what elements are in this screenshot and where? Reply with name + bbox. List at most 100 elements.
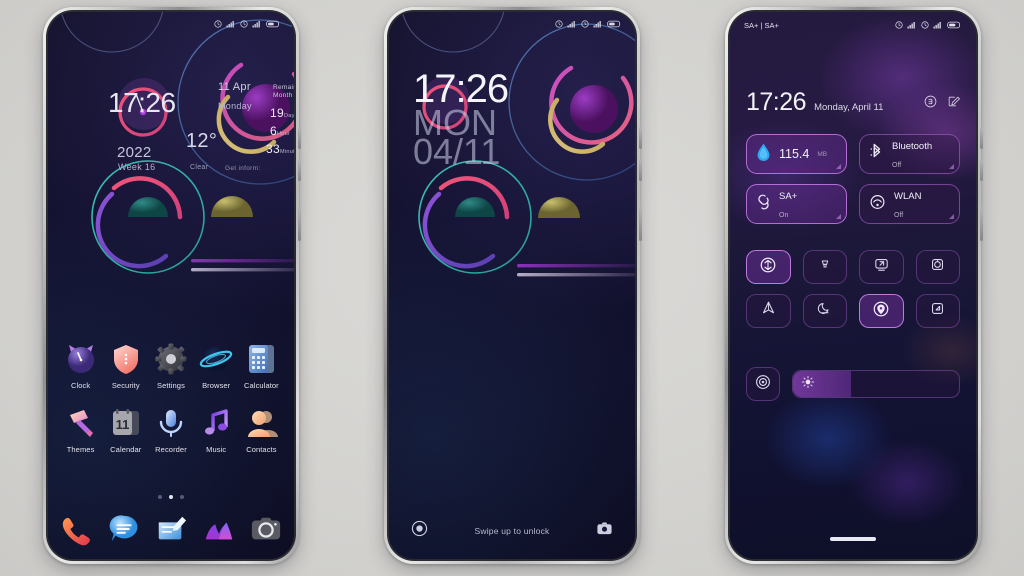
expand-corner-icon[interactable]	[949, 214, 954, 219]
edit-icon[interactable]	[947, 95, 960, 113]
app-label: Calendar	[110, 445, 142, 454]
page-dot-active[interactable]	[169, 495, 173, 499]
tile-dark-mode[interactable]	[802, 294, 847, 328]
status-bar-icons	[895, 21, 962, 29]
cc-time: 17:26	[746, 88, 807, 116]
dock-icon-messages[interactable]	[108, 513, 140, 545]
power-button[interactable]	[639, 207, 642, 241]
screen-record-icon	[929, 300, 946, 322]
countdown-days-value: 19	[270, 106, 284, 120]
page-indicator	[48, 495, 294, 499]
tile-bluetooth-state: Off	[892, 162, 902, 169]
expand-corner-icon[interactable]	[949, 164, 954, 169]
signal-icon	[593, 21, 601, 28]
tile-flashlight[interactable]	[802, 250, 847, 284]
widget-time: 17:26	[108, 87, 176, 118]
brightness-row	[746, 367, 960, 401]
lock-clock: 17:26 MON 04/11	[413, 69, 509, 172]
page-dot[interactable]	[158, 495, 162, 499]
brush-icon	[64, 406, 98, 440]
dark-mode-icon	[816, 300, 833, 322]
widget-year: 2022	[117, 144, 152, 161]
dock-icon-gallery[interactable]	[203, 513, 235, 545]
quick-settings-small-tiles	[746, 250, 960, 328]
tile-wlan[interactable]: WLAN Off	[859, 184, 960, 224]
status-bar	[389, 12, 635, 36]
power-icon[interactable]	[924, 95, 937, 113]
alarm-icon	[921, 21, 929, 29]
expand-corner-icon[interactable]	[836, 214, 841, 219]
tile-mobile-data[interactable]: SA+ On	[746, 184, 847, 224]
volume-down-button[interactable]	[298, 159, 301, 181]
app-icon-themes[interactable]: Themes	[58, 406, 103, 454]
volume-up-button[interactable]	[639, 127, 642, 149]
volume-down-button[interactable]	[980, 159, 983, 181]
tile-bluetooth-label: Bluetooth	[892, 141, 933, 152]
control-center-header: 17:26 Monday, April 11	[746, 90, 960, 115]
widget-date: 11 Apr	[218, 81, 251, 93]
tile-data-value: 115.4	[779, 147, 810, 161]
alarm-icon	[240, 20, 248, 28]
globe-icon	[199, 342, 233, 376]
app-icon-recorder[interactable]: Recorder	[148, 406, 193, 454]
lock-date: 04/11	[413, 130, 501, 172]
dock-icon-notes[interactable]	[155, 513, 187, 545]
power-button[interactable]	[980, 207, 983, 241]
widget-notice: Get inform:	[225, 165, 261, 172]
widget-countdown-title: Remaining Month	[273, 84, 294, 100]
music-note-icon	[199, 406, 233, 440]
camera-icon[interactable]	[596, 520, 613, 542]
app-icon-settings[interactable]: Settings	[148, 342, 193, 390]
dock	[60, 513, 282, 546]
tile-bluetooth[interactable]: Bluetooth Off	[859, 134, 960, 174]
gear-icon	[154, 342, 188, 376]
screenshot-scene: 17:26 2022 Week 16 12° Clear 11 Apr Mond…	[0, 0, 1024, 576]
contacts-icon	[244, 406, 279, 440]
expand-corner-icon[interactable]	[836, 164, 841, 169]
control-center-screen: SA+ | SA+ 17:26 Monday, April 11 115.4 M…	[730, 12, 976, 559]
alarm-icon	[895, 21, 903, 29]
signal-icon	[907, 22, 915, 29]
tile-airplane-mode[interactable]	[746, 294, 791, 328]
app-icon-music[interactable]: Music	[194, 406, 239, 454]
location-icon	[872, 300, 890, 323]
tile-screen-recorder[interactable]	[915, 294, 960, 328]
volume-down-button[interactable]	[639, 159, 642, 181]
app-icon-contacts[interactable]: Contacts	[239, 406, 284, 454]
lock-bottom-bar: Swipe up to unlock	[389, 517, 635, 545]
app-icon-calculator[interactable]: Calculator	[239, 342, 284, 390]
power-button[interactable]	[298, 207, 301, 241]
signal-icon	[226, 21, 234, 28]
alarm-icon	[214, 20, 222, 28]
tile-wlan-label: WLAN	[894, 191, 922, 202]
home-indicator[interactable]	[830, 537, 876, 541]
sound-icon	[929, 256, 946, 278]
volume-up-button[interactable]	[298, 127, 301, 149]
app-icon-clock[interactable]: Clock	[58, 342, 103, 390]
tile-settings[interactable]	[746, 367, 780, 401]
app-icon-security[interactable]: Security	[103, 342, 148, 390]
water-drop-icon	[756, 143, 771, 166]
tile-auto-rotate[interactable]	[746, 250, 791, 284]
tile-data-usage[interactable]: 115.4 MB	[746, 134, 847, 174]
tile-location[interactable]	[859, 294, 904, 328]
widget-weekday: Monday	[218, 101, 252, 111]
dock-icon-camera[interactable]	[250, 513, 282, 545]
countdown-minute-value: 33	[266, 142, 280, 156]
page-dot[interactable]	[180, 495, 184, 499]
tile-screenshot[interactable]	[859, 250, 904, 284]
app-icon-calendar[interactable]: 11 Calendar	[103, 406, 148, 454]
volume-up-button[interactable]	[980, 127, 983, 149]
app-label: Recorder	[155, 445, 187, 454]
battery-icon	[947, 21, 961, 29]
flashlight-icon[interactable]	[411, 520, 428, 542]
countdown-hour-unit: Hour	[276, 131, 291, 137]
tile-data-unit: MB	[817, 150, 828, 158]
brightness-slider[interactable]	[792, 370, 960, 398]
widget-temperature: 12°	[186, 130, 218, 152]
app-icon-browser[interactable]: Browser	[194, 342, 239, 390]
countdown-minute-unit: Minute	[279, 149, 294, 155]
dock-icon-phone[interactable]	[60, 513, 92, 546]
tile-sound[interactable]	[915, 250, 960, 284]
app-label: Contacts	[246, 445, 277, 454]
